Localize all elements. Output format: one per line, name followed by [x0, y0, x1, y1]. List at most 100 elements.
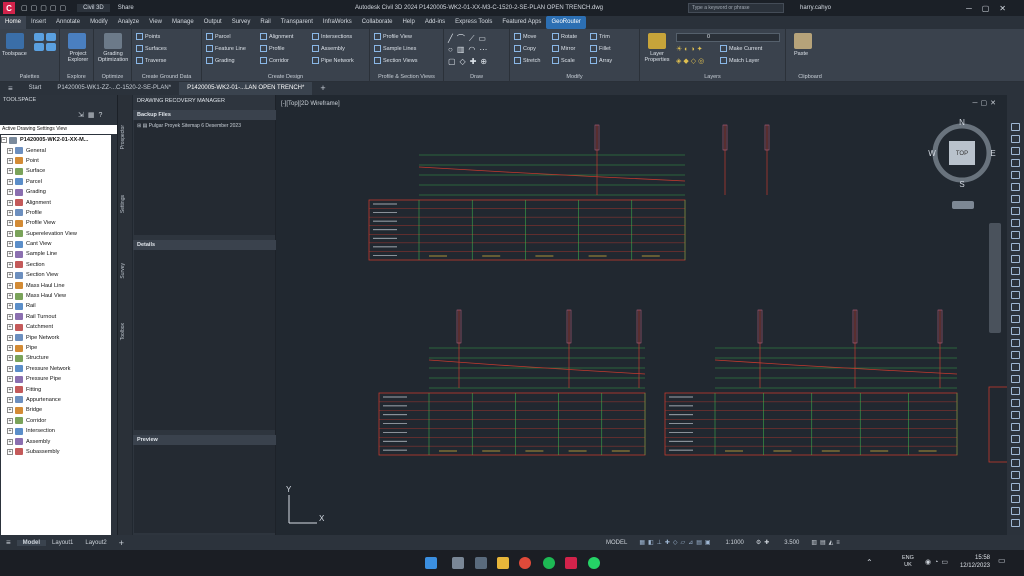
- palette-icon[interactable]: [34, 33, 44, 41]
- nav-tool-icon[interactable]: [1011, 183, 1020, 191]
- expand-icon[interactable]: +: [7, 345, 13, 351]
- model-space-toggle[interactable]: MODEL: [600, 540, 633, 546]
- expand-icon[interactable]: +: [7, 334, 13, 341]
- nav-tool-icon[interactable]: [1011, 315, 1020, 323]
- nav-tool-icon[interactable]: [1011, 483, 1020, 491]
- civil3d-icon[interactable]: [565, 557, 577, 569]
- tab-layout2[interactable]: Layout2: [79, 540, 112, 546]
- ribbon-tab-insert[interactable]: Insert: [26, 16, 51, 29]
- spotify-icon[interactable]: [543, 557, 555, 569]
- scale-button[interactable]: Scale: [552, 57, 575, 64]
- layer-properties-button[interactable]: Layer Properties: [642, 51, 672, 63]
- tree-item-parcel[interactable]: + Parcel: [1, 177, 111, 187]
- expand-icon[interactable]: +: [7, 303, 13, 310]
- tree-item-rail[interactable]: + Rail: [1, 301, 111, 311]
- nav-tool-icon[interactable]: [1011, 279, 1020, 287]
- expand-icon[interactable]: +: [7, 199, 13, 206]
- nav-tool-icon[interactable]: [1011, 267, 1020, 275]
- nav-tool-icon[interactable]: [1011, 171, 1020, 179]
- tree-item-profile-view[interactable]: + Profile View: [1, 218, 111, 228]
- toolspace-icon[interactable]: [6, 33, 24, 49]
- nav-tool-icon[interactable]: [1011, 399, 1020, 407]
- tree-item-general[interactable]: + General: [1, 145, 111, 155]
- tree-item-alignment[interactable]: + Alignment: [1, 197, 111, 207]
- tree-item-point[interactable]: + Point: [1, 156, 111, 166]
- intersections-button[interactable]: Intersections: [312, 33, 352, 40]
- nav-tool-icon[interactable]: [1011, 231, 1020, 239]
- nav-tool-icon[interactable]: [1011, 207, 1020, 215]
- expand-icon[interactable]: +: [7, 261, 13, 268]
- tree-item-cant-view[interactable]: + Cant View: [1, 239, 111, 249]
- make-current-button[interactable]: Make Current: [720, 45, 762, 52]
- clock[interactable]: 15:58 12/12/2023: [950, 554, 990, 570]
- expand-icon[interactable]: +: [7, 438, 13, 445]
- layer-tool-icons[interactable]: ◈◆◇◎: [676, 57, 706, 65]
- tab-document-2[interactable]: P1420005-WK2-01-...LAN OPEN TRENCH*: [179, 82, 313, 95]
- palette-icon[interactable]: [46, 43, 56, 51]
- start-icon[interactable]: [425, 557, 437, 569]
- app-logo[interactable]: C: [3, 2, 15, 14]
- expand-icon[interactable]: +: [7, 355, 13, 362]
- nav-tool-icon[interactable]: [1011, 495, 1020, 503]
- tree-item-corridor[interactable]: + Corridor: [1, 416, 111, 426]
- nav-tool-icon[interactable]: [1011, 339, 1020, 347]
- surfaces-button[interactable]: Surfaces: [136, 45, 167, 52]
- parcel-button[interactable]: Parcel: [206, 33, 231, 40]
- ribbon-tab-collaborate[interactable]: Collaborate: [357, 16, 398, 29]
- tab-layout1[interactable]: Layout1: [46, 540, 79, 546]
- nav-tool-icon[interactable]: [1011, 243, 1020, 251]
- profile-sheet-1[interactable]: [368, 124, 770, 261]
- share-button[interactable]: Share: [118, 5, 134, 11]
- tree-item-fitting[interactable]: + Fitting: [1, 384, 111, 394]
- search-icon[interactable]: [452, 557, 464, 569]
- toolspace-toolbar-icons[interactable]: ⇲▦?: [78, 111, 106, 119]
- add-layout-icon[interactable]: +: [113, 538, 130, 548]
- corridor-button[interactable]: Corridor: [260, 57, 289, 64]
- backup-file-item[interactable]: ⊞ ▤ Pulgar Proyek Sitemap 6 Desember 202…: [137, 123, 241, 129]
- ribbon-tab-rail[interactable]: Rail: [255, 16, 275, 29]
- tree-root[interactable]: − P1420005-WK2-01-XX-M...: [1, 135, 111, 145]
- collapse-icon[interactable]: −: [1, 137, 7, 144]
- profile-sheet-2[interactable]: [378, 309, 646, 456]
- rotate-button[interactable]: Rotate: [552, 33, 577, 40]
- expand-icon[interactable]: +: [7, 313, 13, 320]
- wcs-menu[interactable]: [952, 201, 974, 209]
- status-tray-icons[interactable]: ▥▤◭≡: [805, 539, 848, 546]
- tree-item-pressure-network[interactable]: + Pressure Network: [1, 364, 111, 374]
- copy-button[interactable]: Copy: [514, 45, 536, 52]
- nav-tool-icon[interactable]: [1011, 363, 1020, 371]
- tree-item-grading[interactable]: + Grading: [1, 187, 111, 197]
- ribbon-tab-view[interactable]: View: [144, 16, 167, 29]
- tree-item-assembly[interactable]: + Assembly: [1, 436, 111, 446]
- nav-tool-icon[interactable]: [1011, 135, 1020, 143]
- array-button[interactable]: Array: [590, 57, 612, 64]
- ribbon-tab-analyze[interactable]: Analyze: [113, 16, 144, 29]
- profile-sheet-4-partial[interactable]: [988, 386, 1007, 463]
- file-explorer-icon[interactable]: [497, 557, 509, 569]
- menu-icon[interactable]: ≡: [0, 82, 21, 95]
- tree-item-mass-haul-view[interactable]: + Mass Haul View: [1, 291, 111, 301]
- tree-item-rail-turnout[interactable]: + Rail Turnout: [1, 312, 111, 322]
- nav-tool-icon[interactable]: [1011, 195, 1020, 203]
- section-views-button[interactable]: Section Views: [374, 57, 417, 64]
- alignment-button[interactable]: Alignment: [260, 33, 293, 40]
- palette-icon[interactable]: [46, 33, 56, 41]
- nav-tool-icon[interactable]: [1011, 447, 1020, 455]
- toolspace-view-select[interactable]: Active Drawing Settings View: [0, 125, 117, 134]
- window-controls[interactable]: ─▢✕: [966, 4, 1016, 13]
- expand-icon[interactable]: +: [7, 168, 13, 175]
- tab-prospector[interactable]: Prospector: [120, 125, 126, 149]
- tab-survey[interactable]: Survey: [120, 263, 126, 279]
- tree-item-appurtenance[interactable]: + Appurtenance: [1, 395, 111, 405]
- status-value[interactable]: 3.500: [778, 540, 805, 546]
- tray-chevron-icon[interactable]: ⌃: [866, 558, 873, 567]
- tree-item-bridge[interactable]: + Bridge: [1, 405, 111, 415]
- tree-item-superelevation-view[interactable]: + Superelevation View: [1, 229, 111, 239]
- search-input[interactable]: Type a keyword or phrase: [688, 3, 784, 13]
- tree-item-pipe-network[interactable]: + Pipe Network: [1, 332, 111, 342]
- ribbon-tab-output[interactable]: Output: [199, 16, 227, 29]
- layer-state-icons[interactable]: ☀◐◑✦: [676, 45, 705, 53]
- ribbon-tab-featured-apps[interactable]: Featured Apps: [497, 16, 546, 29]
- move-button[interactable]: Move: [514, 33, 536, 40]
- project-explorer-button[interactable]: Project Explorer: [62, 51, 94, 63]
